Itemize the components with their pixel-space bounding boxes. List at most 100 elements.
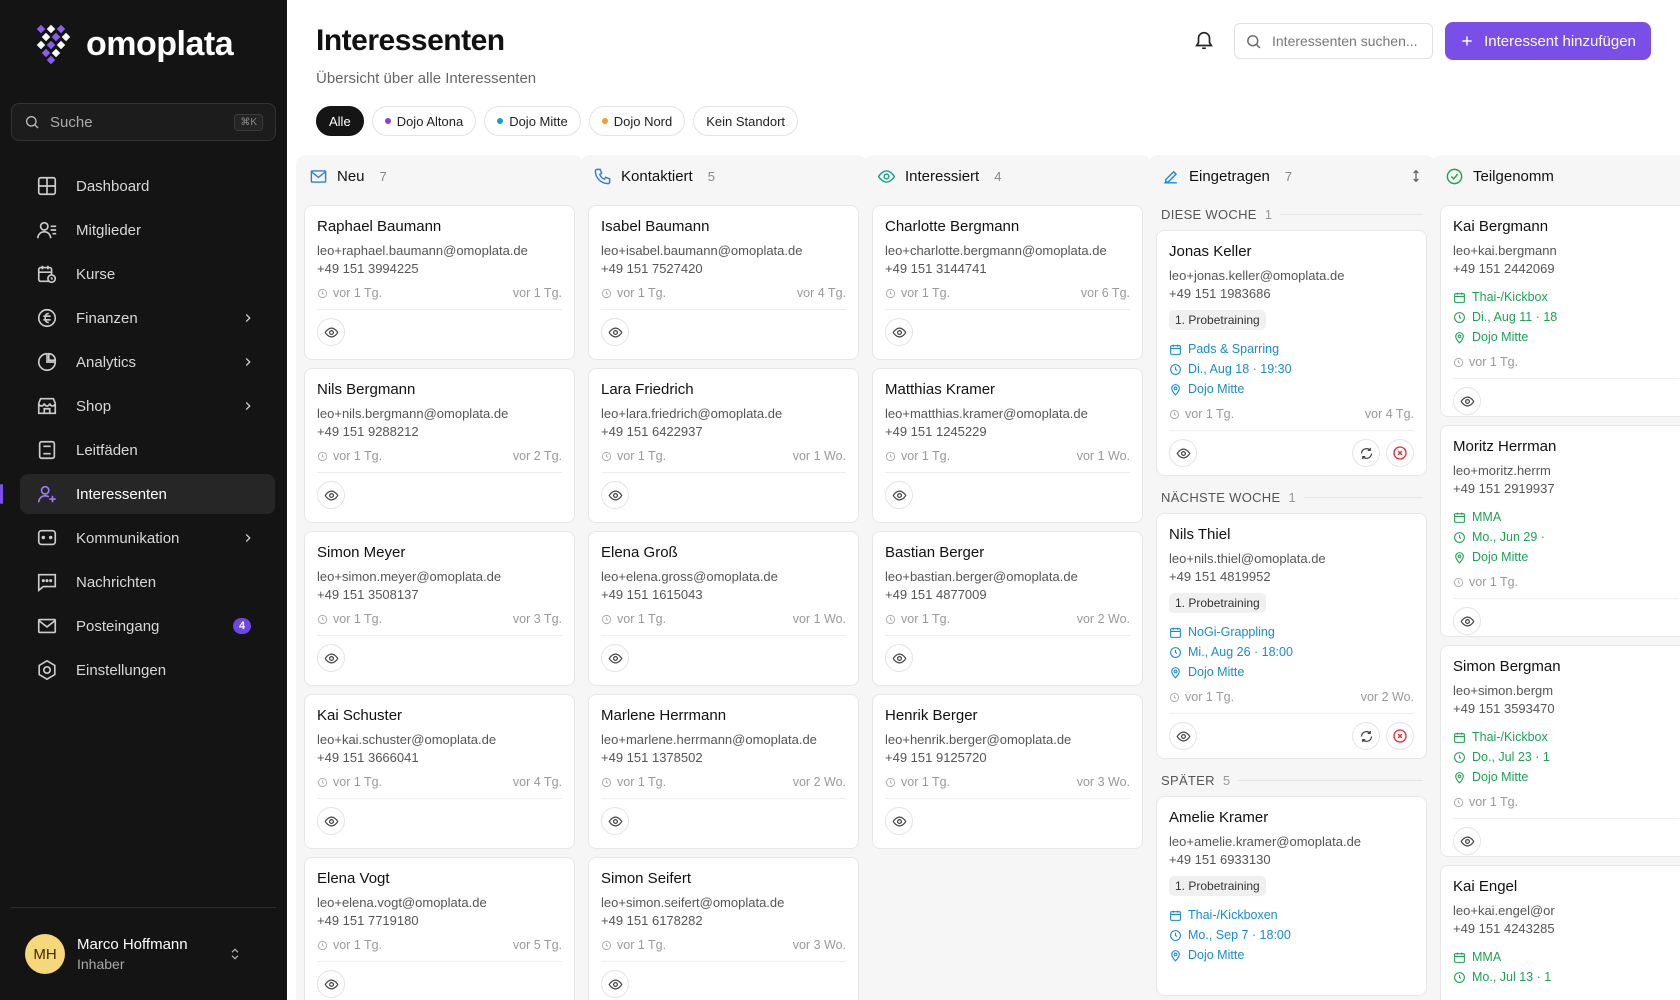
view-button[interactable]	[1453, 387, 1481, 415]
view-button[interactable]	[317, 807, 345, 835]
view-button[interactable]	[885, 318, 913, 346]
course-name: Thai-/Kickbox	[1472, 730, 1548, 744]
location-pin-icon	[1455, 771, 1464, 784]
dashboard-icon	[37, 176, 57, 196]
lead-card[interactable]: Henrik Berger leo+henrik.berger@omoplata…	[872, 694, 1143, 849]
view-button[interactable]	[885, 481, 913, 509]
user-menu[interactable]: MH Marco Hoffmann Inhaber	[11, 907, 276, 1000]
view-button[interactable]	[1453, 607, 1481, 635]
sidebar: omoplata Suche ⌘K Dashboard Mitglieder K…	[0, 0, 287, 1000]
view-button[interactable]	[885, 644, 913, 672]
sidebar-item-kommunikation[interactable]: Kommunikation	[20, 518, 275, 558]
lead-card[interactable]: Simon Bergman leo+simon.bergm +49 151 35…	[1440, 645, 1680, 857]
clock-icon	[1454, 751, 1465, 763]
lead-card[interactable]: Simon Meyer leo+simon.meyer@omoplata.de …	[304, 531, 575, 686]
lead-card[interactable]: Nils Bergmann leo+nils.bergmann@omoplata…	[304, 368, 575, 523]
view-button[interactable]	[885, 807, 913, 835]
view-button[interactable]	[601, 481, 629, 509]
reschedule-button[interactable]	[1352, 439, 1380, 467]
clock-icon	[1169, 692, 1180, 702]
search-input[interactable]	[1272, 33, 1422, 49]
filter-dojo-mitte[interactable]: Dojo Mitte	[484, 106, 581, 136]
lead-card[interactable]: Jonas Keller leo+jonas.keller@omoplata.d…	[1156, 230, 1427, 476]
view-button[interactable]	[1169, 722, 1197, 750]
clock-icon	[601, 614, 612, 624]
clock-icon	[601, 288, 612, 298]
sidebar-item-analytics[interactable]: Analytics	[20, 342, 275, 382]
chevron-right-icon	[245, 534, 251, 542]
view-button[interactable]	[601, 318, 629, 346]
sidebar-search[interactable]: Suche ⌘K	[11, 103, 276, 141]
sort-icon[interactable]	[1409, 169, 1423, 183]
column-title: Teilgenomm	[1473, 167, 1554, 185]
sidebar-item-dashboard[interactable]: Dashboard	[20, 166, 275, 206]
filter-no-location[interactable]: Kein Standort	[693, 106, 799, 136]
lead-card[interactable]: Isabel Baumann leo+isabel.baumann@omopla…	[588, 205, 859, 360]
sidebar-item-einstellungen[interactable]: Einstellungen	[20, 650, 275, 690]
column-header: Teilgenomm	[1432, 155, 1680, 197]
reschedule-button[interactable]	[1352, 722, 1380, 750]
sidebar-item-interessenten[interactable]: Interessenten	[0, 474, 275, 514]
lead-card[interactable]: Elena Groß leo+elena.gross@omoplata.de +…	[588, 531, 859, 686]
section-label: SPÄTER	[1161, 773, 1215, 788]
lead-card[interactable]: Charlotte Bergmann leo+charlotte.bergman…	[872, 205, 1143, 360]
view-button[interactable]	[601, 970, 629, 998]
view-button[interactable]	[317, 970, 345, 998]
lead-created: vor 1 Tg.	[333, 612, 383, 626]
view-button[interactable]	[317, 318, 345, 346]
sidebar-item-kurse[interactable]: Kurse	[20, 254, 275, 294]
lead-email: leo+matthias.kramer@omoplata.de	[885, 406, 1088, 421]
lead-card[interactable]: Kai Engel leo+kai.engel@or +49 151 42432…	[1440, 865, 1680, 1000]
lead-name: Henrik Berger	[885, 707, 978, 724]
lead-card[interactable]: Bastian Berger leo+bastian.berger@omopla…	[872, 531, 1143, 686]
sidebar-item-finanzen[interactable]: Finanzen	[20, 298, 275, 338]
sidebar-item-mitglieder[interactable]: Mitglieder	[20, 210, 275, 250]
sidebar-item-posteingang[interactable]: Posteingang 4	[20, 606, 275, 646]
clock-icon	[1170, 363, 1181, 375]
lead-card[interactable]: Simon Seifert leo+simon.seifert@omoplata…	[588, 857, 859, 1000]
cancel-button[interactable]	[1386, 722, 1414, 750]
clock-icon	[317, 777, 328, 787]
lead-search[interactable]	[1234, 23, 1433, 59]
brand-logo[interactable]: omoplata	[34, 24, 234, 64]
sidebar-item-shop[interactable]: Shop	[20, 386, 275, 426]
lead-card[interactable]: Marlene Herrmann leo+marlene.herrmann@om…	[588, 694, 859, 849]
lead-email: leo+elena.vogt@omoplata.de	[317, 895, 487, 910]
lead-updated: vor 4 Tg.	[1364, 407, 1414, 421]
add-lead-button[interactable]: Interessent hinzufügen	[1445, 22, 1651, 60]
view-button[interactable]	[317, 481, 345, 509]
cancel-button[interactable]	[1386, 439, 1414, 467]
lead-card[interactable]: Amelie Kramer leo+amelie.kramer@omoplata…	[1156, 796, 1427, 996]
lead-card[interactable]: Nils Thiel leo+nils.thiel@omoplata.de +4…	[1156, 513, 1427, 759]
lead-email: leo+amelie.kramer@omoplata.de	[1169, 834, 1362, 849]
lead-card[interactable]: Lara Friedrich leo+lara.friedrich@omopla…	[588, 368, 859, 523]
lead-phone: +49 151 6422937	[601, 424, 703, 439]
lead-card[interactable]: Kai Schuster leo+kai.schuster@omoplata.d…	[304, 694, 575, 849]
lead-card[interactable]: Raphael Baumann leo+raphael.baumann@omop…	[304, 205, 575, 360]
section-count: 5	[1222, 773, 1231, 788]
filter-all[interactable]: Alle	[316, 106, 364, 136]
sidebar-item-label: Finanzen	[76, 309, 138, 327]
column-header: Interessiert 4	[864, 155, 1151, 197]
filter-dojo-nord[interactable]: Dojo Nord	[588, 106, 686, 136]
sidebar-item-leitfaeden[interactable]: Leitfäden	[20, 430, 275, 470]
user-role: Inhaber	[77, 956, 125, 972]
clock-icon	[1169, 409, 1180, 419]
lead-card[interactable]: Matthias Kramer leo+matthias.kramer@omop…	[872, 368, 1143, 523]
sidebar-item-nachrichten[interactable]: Nachrichten	[20, 562, 275, 602]
divider	[1238, 780, 1423, 781]
filter-label: Dojo Altona	[396, 113, 464, 129]
page-title: Interessenten	[316, 24, 505, 57]
view-button[interactable]	[317, 644, 345, 672]
view-button[interactable]	[1169, 439, 1197, 467]
lead-email: leo+nils.bergmann@omoplata.de	[317, 406, 509, 421]
lead-name: Raphael Baumann	[317, 218, 442, 235]
notifications-button[interactable]	[1193, 29, 1215, 51]
view-button[interactable]	[1453, 827, 1481, 855]
view-button[interactable]	[601, 807, 629, 835]
view-button[interactable]	[601, 644, 629, 672]
lead-card[interactable]: Elena Vogt leo+elena.vogt@omoplata.de +4…	[304, 857, 575, 1000]
filter-dojo-altona[interactable]: Dojo Altona	[371, 106, 477, 136]
lead-card[interactable]: Moritz Herrman leo+moritz.herrm +49 151 …	[1440, 425, 1680, 637]
lead-card[interactable]: Kai Bergmann leo+kai.bergmann +49 151 24…	[1440, 205, 1680, 417]
